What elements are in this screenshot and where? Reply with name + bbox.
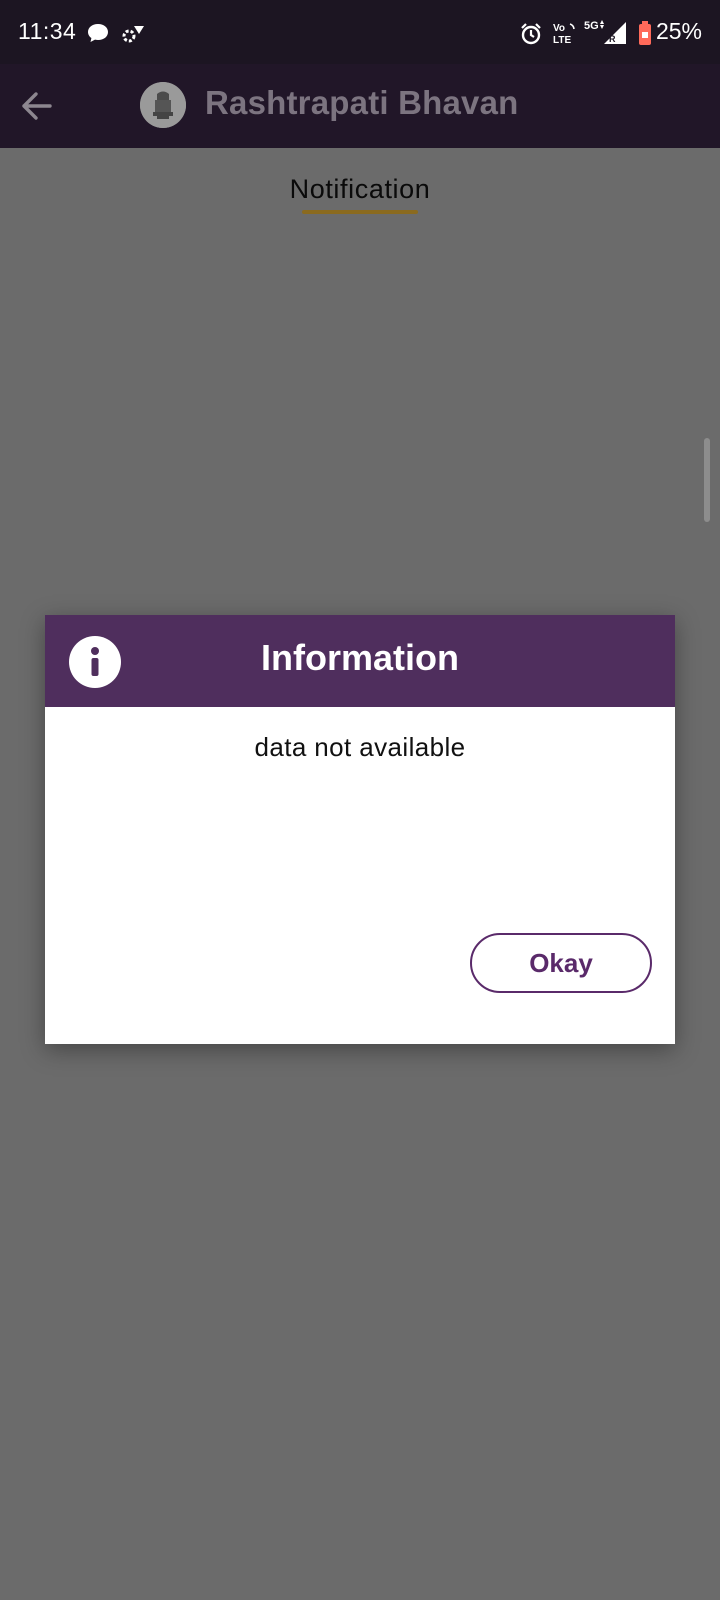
dialog-title: Information (261, 637, 459, 678)
page-heading: Notification (289, 174, 431, 204)
alarm-icon (519, 22, 543, 51)
dialog-message: data not available (254, 732, 466, 762)
okay-button[interactable]: Okay (470, 933, 652, 993)
svg-text:R: R (609, 34, 616, 44)
volte-icon: Vo LTE (552, 20, 582, 51)
chat-bubble-icon (86, 22, 110, 49)
battery-icon (638, 20, 652, 51)
hotspot-icon (120, 22, 146, 49)
app-bar: Rashtrapati Bhavan (0, 64, 720, 148)
emblem-icon (140, 82, 186, 128)
signal-icon: 5G R (582, 18, 632, 51)
svg-text:Vo: Vo (553, 23, 565, 34)
heading-underline (302, 210, 418, 214)
svg-text:LTE: LTE (553, 35, 571, 46)
status-bar: 11:34 Vo LTE 5G R 25% (0, 0, 720, 64)
app-title: Rashtrapati Bhavan (205, 84, 519, 121)
scrollbar-thumb[interactable] (704, 438, 710, 522)
status-time: 11:34 (18, 18, 77, 44)
network-type-label: 5G (584, 20, 599, 32)
dialog-header: Information (45, 615, 675, 707)
battery-percentage: 25% (655, 18, 702, 44)
back-arrow-icon[interactable] (16, 86, 56, 126)
information-dialog: Information data not available Okay (45, 615, 675, 1044)
